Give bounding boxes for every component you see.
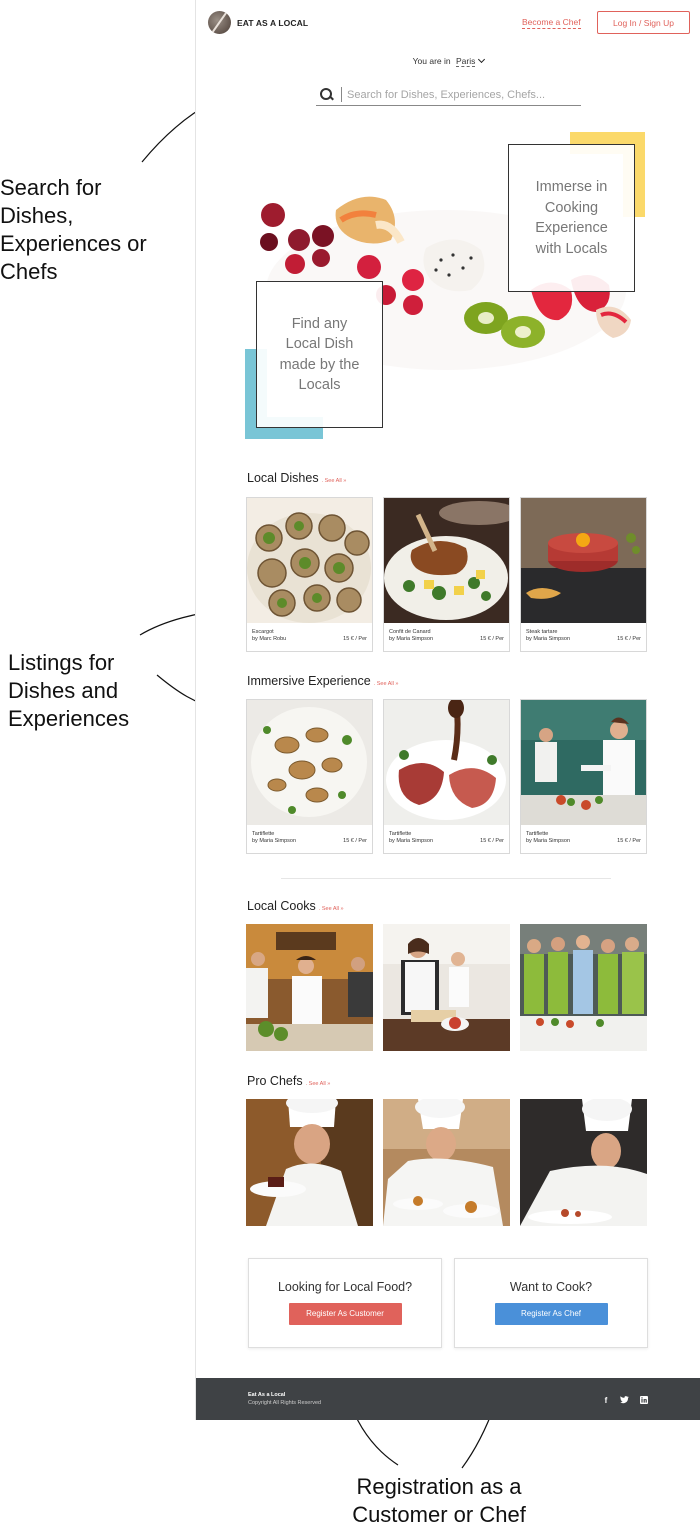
card-info: Confit de Canard by Maria Simpson 15 € /…	[384, 623, 509, 651]
register-customer-button[interactable]: Register As Customer	[288, 1303, 402, 1325]
dish-card[interactable]: Steak tartare by Maria Simpson 15 € / Pe…	[520, 497, 647, 652]
linkedin-icon[interactable]	[639, 1395, 649, 1405]
footer-brand: Eat As a Local	[248, 1392, 286, 1398]
dish-card[interactable]: Escargot by Marc Robu 15 € / Per	[246, 497, 373, 652]
hero-experience-text: Immerse in Cooking Experience with Local…	[535, 179, 608, 257]
dish-price: 15 € / Per	[480, 636, 504, 642]
experience-price: 15 € / Per	[343, 838, 367, 844]
login-signup-button[interactable]: Log In / Sign Up	[597, 11, 690, 34]
city-dropdown[interactable]: Paris	[455, 56, 476, 67]
pro-chef-photo[interactable]	[383, 1099, 510, 1226]
card-info: Tartiflette by Maria Simpson 15 € / Per	[247, 825, 372, 853]
section-title-immersive: Immersive Experience. See All »	[247, 674, 398, 688]
section-title-local-cooks: Local Cooks. See All »	[247, 899, 344, 913]
dish-name: Confit de Canard	[389, 629, 431, 635]
logo[interactable]: EAT AS A LOCAL	[208, 11, 308, 34]
hero-banner: Immerse in Cooking Experience with Local…	[241, 130, 651, 442]
section-title-text: Immersive Experience	[247, 674, 371, 688]
section-title-text: Local Cooks	[247, 899, 316, 913]
card-info: Escargot by Marc Robu 15 € / Per	[247, 623, 372, 651]
annotation-registration: Registration as a Customer or Chef	[352, 1474, 526, 1527]
local-cook-photo[interactable]	[520, 924, 647, 1051]
annotation-search: Search for Dishes, Experiences or Chefs	[0, 175, 147, 284]
steak-sauce-image	[384, 700, 509, 825]
kitchen-chefs-image	[521, 700, 646, 825]
experience-name: Tartiflette	[526, 831, 549, 837]
dish-name: Escargot	[252, 629, 274, 635]
experience-price: 15 € / Per	[617, 838, 641, 844]
location-prefix: You are in	[412, 56, 451, 66]
section-title-text: Local Dishes	[247, 471, 319, 485]
dish-price: 15 € / Per	[343, 636, 367, 642]
footer: Eat As a Local Copyright All Rights Rese…	[196, 1378, 700, 1420]
experience-card[interactable]: Tartiflette by Maria Simpson 15 € / Per	[383, 699, 510, 854]
card-info: Steak tartare by Maria Simpson 15 € / Pe…	[521, 623, 646, 651]
local-cook-photo[interactable]	[246, 924, 373, 1051]
facebook-icon[interactable]: f	[601, 1395, 611, 1405]
see-all-link[interactable]: . See All »	[374, 681, 399, 687]
register-customer-card: Looking for Local Food? Register As Cust…	[248, 1258, 442, 1348]
chevron-down-icon[interactable]	[478, 55, 486, 64]
experience-card[interactable]: Tartiflette by Maria Simpson 15 € / Per	[520, 699, 647, 854]
location-selector: You are in Paris	[196, 55, 700, 67]
customer-heading: Looking for Local Food?	[277, 1280, 413, 1294]
register-chef-card: Want to Cook? Register As Chef	[454, 1258, 648, 1348]
card-info: Tartiflette by Maria Simpson 15 € / Per	[521, 825, 646, 853]
footer-copyright: Copyright All Rights Reserved	[248, 1400, 322, 1406]
experience-card[interactable]: Tartiflette by Maria Simpson 15 € / Per	[246, 699, 373, 854]
become-chef-link[interactable]: Become a Chef	[522, 17, 581, 29]
section-title-local-dishes: Local Dishes. See All »	[247, 471, 346, 485]
logo-icon	[208, 11, 231, 34]
hero-dish-box: Find any Local Dish made by the Locals	[256, 281, 383, 428]
search-input[interactable]	[341, 87, 571, 102]
register-chef-button[interactable]: Register As Chef	[494, 1303, 608, 1325]
page-mockup: EAT AS A LOCAL Become a Chef Log In / Si…	[195, 0, 700, 1420]
chef-heading: Want to Cook?	[509, 1280, 593, 1294]
experience-price: 15 € / Per	[480, 838, 504, 844]
divider	[281, 878, 611, 879]
pro-chef-photo[interactable]	[246, 1099, 373, 1226]
dish-card[interactable]: Confit de Canard by Maria Simpson 15 € /…	[383, 497, 510, 652]
card-info: Tartiflette by Maria Simpson 15 € / Per	[384, 825, 509, 853]
steak-tartare-image	[521, 498, 646, 623]
hero-experience-box: Immerse in Cooking Experience with Local…	[508, 144, 635, 292]
see-all-link[interactable]: . See All »	[322, 478, 347, 484]
pro-chef-photo[interactable]	[520, 1099, 647, 1226]
escargot-image	[247, 498, 372, 623]
experience-name: Tartiflette	[389, 831, 412, 837]
hero-dish-text: Find any Local Dish made by the Locals	[279, 315, 360, 394]
dish-name: Steak tartare	[526, 629, 558, 635]
mushroom-dish-image	[247, 700, 372, 825]
brand-name: EAT AS A LOCAL	[237, 17, 309, 28]
see-all-link[interactable]: . See All »	[306, 1081, 331, 1087]
section-title-text: Pro Chefs	[247, 1074, 303, 1088]
search-bar	[316, 84, 581, 106]
twitter-icon[interactable]	[619, 1395, 629, 1405]
local-cook-photo[interactable]	[383, 924, 510, 1051]
experience-name: Tartiflette	[252, 831, 275, 837]
annotation-listings: Listings for Dishes and Experiences	[8, 650, 130, 731]
section-title-pro-chefs: Pro Chefs. See All »	[247, 1074, 330, 1088]
search-icon[interactable]	[319, 87, 335, 103]
see-all-link[interactable]: . See All »	[319, 906, 344, 912]
dish-price: 15 € / Per	[617, 636, 641, 642]
confit-de-canard-image	[384, 498, 509, 623]
